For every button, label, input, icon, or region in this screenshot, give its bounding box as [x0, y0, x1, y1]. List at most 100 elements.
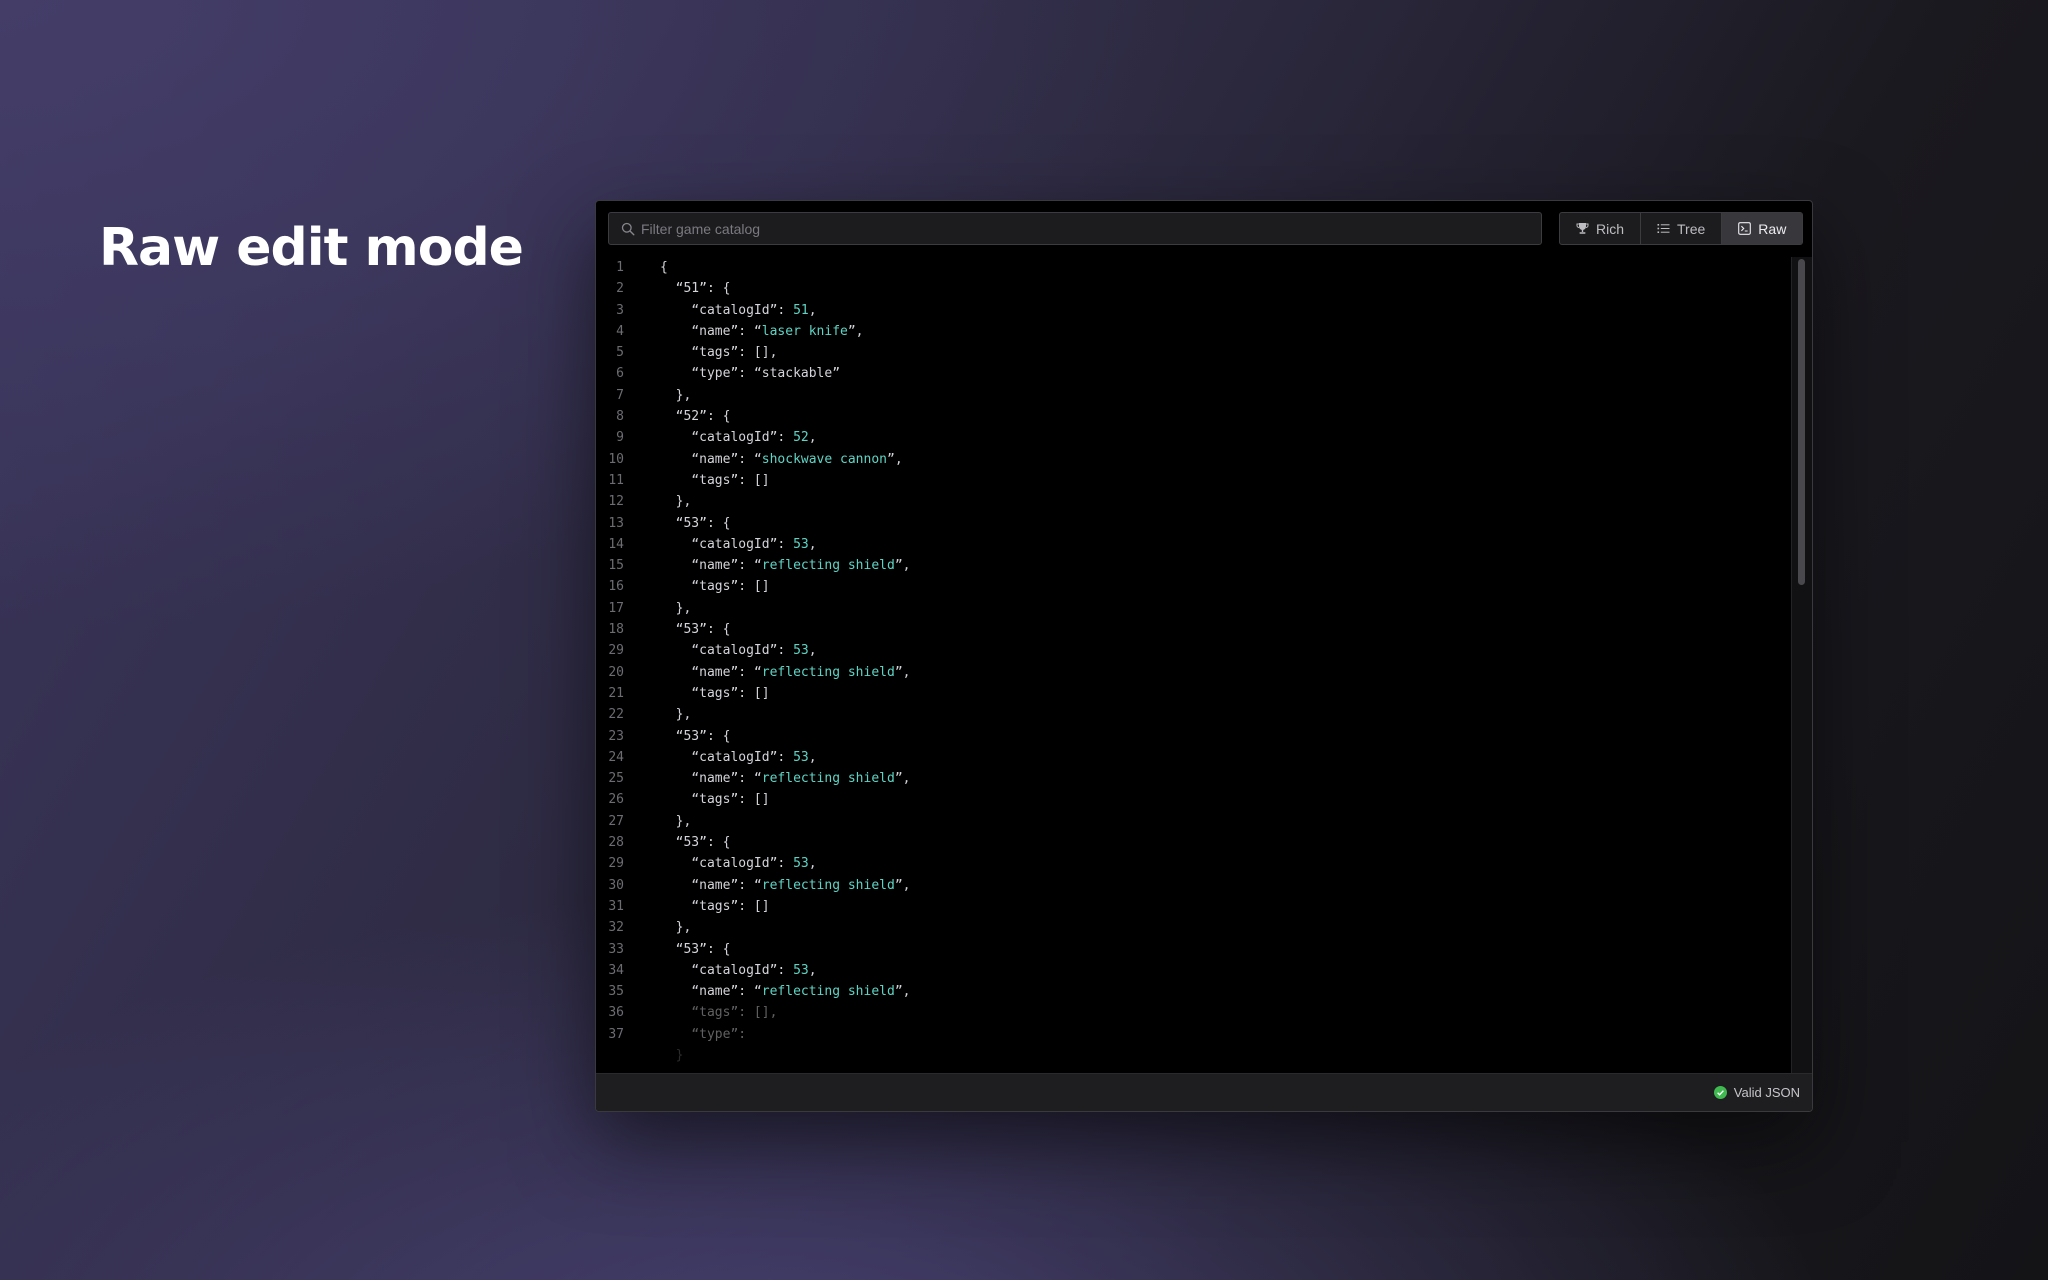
line-number: 17 [608, 600, 624, 616]
code-line[interactable]: 10 “name”: “shockwave cannon”, [596, 449, 1792, 470]
code-line[interactable]: 1{ [596, 257, 1792, 278]
code-line[interactable]: 22 }, [596, 704, 1792, 725]
punctuation-token [660, 665, 691, 680]
code-text: “catalogId”: 53, [624, 534, 817, 555]
line-number: 32 [608, 920, 624, 936]
code-text: “catalogId”: 53, [624, 747, 816, 768]
key-token: “catalogId” [691, 536, 778, 552]
code-line[interactable]: 29 “catalogId”: 53, [596, 853, 1792, 874]
code-line[interactable]: 31 “tags”: [] [596, 896, 1792, 917]
key-token: “catalogId” [691, 856, 778, 872]
code-line[interactable]: 26 “tags”: [] [596, 789, 1792, 810]
search-input[interactable] [641, 220, 1541, 237]
punctuation-token: , [808, 302, 817, 318]
code-line[interactable]: 28 “53”: { [596, 832, 1792, 853]
code-line[interactable]: 21 “tags”: [] [596, 683, 1792, 704]
punctuation-token: : [777, 856, 794, 872]
code-line[interactable]: 36 “tags”: [], [596, 1002, 1792, 1023]
code-text: “tags”: [] [624, 896, 769, 917]
punctuation-token: }, [660, 813, 692, 829]
punctuation-token: : { [706, 409, 731, 425]
punctuation-token: : [738, 323, 754, 339]
code-text: “53”: { [624, 513, 731, 534]
punctuation-token: ”, [894, 984, 911, 1000]
punctuation-token [660, 409, 676, 424]
search-icon [621, 222, 635, 236]
punctuation-token: “ [753, 558, 762, 574]
punctuation-token: }, [660, 494, 692, 510]
code-line[interactable]: 27 }, [596, 811, 1792, 832]
punctuation-token: : { [706, 622, 731, 638]
code-text: “name”: “laser knife”, [624, 321, 863, 342]
code-line[interactable]: 7 }, [596, 385, 1792, 406]
code-line[interactable]: 2 “51”: { [596, 278, 1792, 299]
code-text: “name”: “reflecting shield”, [624, 981, 910, 1002]
search-box[interactable] [608, 212, 1542, 245]
code-line[interactable]: 30 “name”: “reflecting shield”, [596, 875, 1792, 896]
line-number: 20 [608, 664, 624, 680]
key-token: “catalogId” [691, 749, 778, 765]
code-line[interactable]: 34 “catalogId”: 53, [596, 960, 1792, 981]
code-text: “53”: { [624, 619, 731, 640]
code-line[interactable]: 12 }, [596, 491, 1792, 512]
tree-view-button[interactable]: Tree [1641, 213, 1723, 244]
punctuation-token: “ [753, 323, 762, 339]
raw-view-label: Raw [1758, 220, 1787, 237]
code-line[interactable]: } [596, 1045, 1792, 1066]
code-line[interactable]: 23 “53”: { [596, 726, 1792, 747]
line-number: 6 [616, 366, 624, 382]
code-line[interactable]: 20 “name”: “reflecting shield”, [596, 662, 1792, 683]
raw-json-editor[interactable]: 1{2 “51”: {3 “catalogId”: 51, 4 “name”: “… [596, 257, 1792, 1073]
code-line[interactable]: 29 “catalogId”: 53, [596, 640, 1792, 661]
string-token: reflecting shield [761, 877, 895, 893]
punctuation-token: : { [706, 728, 731, 744]
code-line[interactable]: 35 “name”: “reflecting shield”, [596, 981, 1792, 1002]
string-token: laser knife [761, 323, 848, 339]
raw-view-button[interactable]: Raw [1722, 213, 1803, 244]
line-number: 34 [608, 962, 624, 978]
key-token: “type” [691, 1026, 739, 1042]
code-line[interactable]: 9 “catalogId”: 52, [596, 427, 1792, 448]
key-token: “tags” [691, 1005, 739, 1021]
code-line[interactable]: 17 }, [596, 598, 1792, 619]
line-number: 33 [608, 941, 624, 957]
key-token: “53” [675, 941, 707, 957]
code-line[interactable]: 16 “tags”: [] [596, 576, 1792, 597]
key-token: “name” [691, 664, 739, 680]
line-number: 14 [608, 536, 624, 552]
rich-view-button[interactable]: Rich [1560, 213, 1642, 244]
punctuation-token [660, 984, 691, 999]
code-line[interactable]: 4 “name”: “laser knife”, [596, 321, 1792, 342]
punctuation-token: : [] [738, 792, 770, 808]
code-line[interactable]: 25 “name”: “reflecting shield”, [596, 768, 1792, 789]
code-line[interactable]: 33 “53”: { [596, 939, 1792, 960]
key-token: “tags” [691, 792, 739, 808]
punctuation-token: ”, [894, 558, 911, 574]
code-line[interactable]: 13 “53”: { [596, 513, 1792, 534]
punctuation-token [660, 537, 691, 552]
code-line[interactable]: 11 “tags”: [] [596, 470, 1792, 491]
key-token: “name” [691, 877, 739, 893]
string-token: reflecting shield [761, 664, 895, 680]
key-token: “catalogId” [691, 643, 778, 659]
key-token: “52” [675, 409, 707, 425]
code-line[interactable]: 15 “name”: “reflecting shield”, [596, 555, 1792, 576]
code-line[interactable]: 24 “catalogId”: 53, [596, 747, 1792, 768]
punctuation-token [660, 622, 676, 637]
code-line[interactable]: 32 }, [596, 917, 1792, 938]
code-line[interactable]: 8 “52”: { [596, 406, 1792, 427]
code-line[interactable]: 5 “tags”: [], [596, 342, 1792, 363]
tree-view-label: Tree [1677, 220, 1706, 237]
punctuation-token: , [808, 536, 817, 552]
code-line[interactable]: 14 “catalogId”: 53, [596, 534, 1792, 555]
code-line[interactable]: 18 “53”: { [596, 619, 1792, 640]
code-text: }, [624, 598, 692, 619]
code-line[interactable]: 6 “type”: “stackable” [596, 363, 1792, 384]
line-number: 16 [608, 579, 624, 595]
line-number: 11 [608, 472, 624, 488]
punctuation-token: }, [660, 707, 692, 723]
vertical-scrollbar[interactable] [1791, 257, 1812, 1073]
scrollbar-thumb[interactable] [1798, 259, 1805, 585]
code-line[interactable]: 3 “catalogId”: 51, [596, 300, 1792, 321]
code-line[interactable]: 37 “type”: [596, 1024, 1792, 1045]
